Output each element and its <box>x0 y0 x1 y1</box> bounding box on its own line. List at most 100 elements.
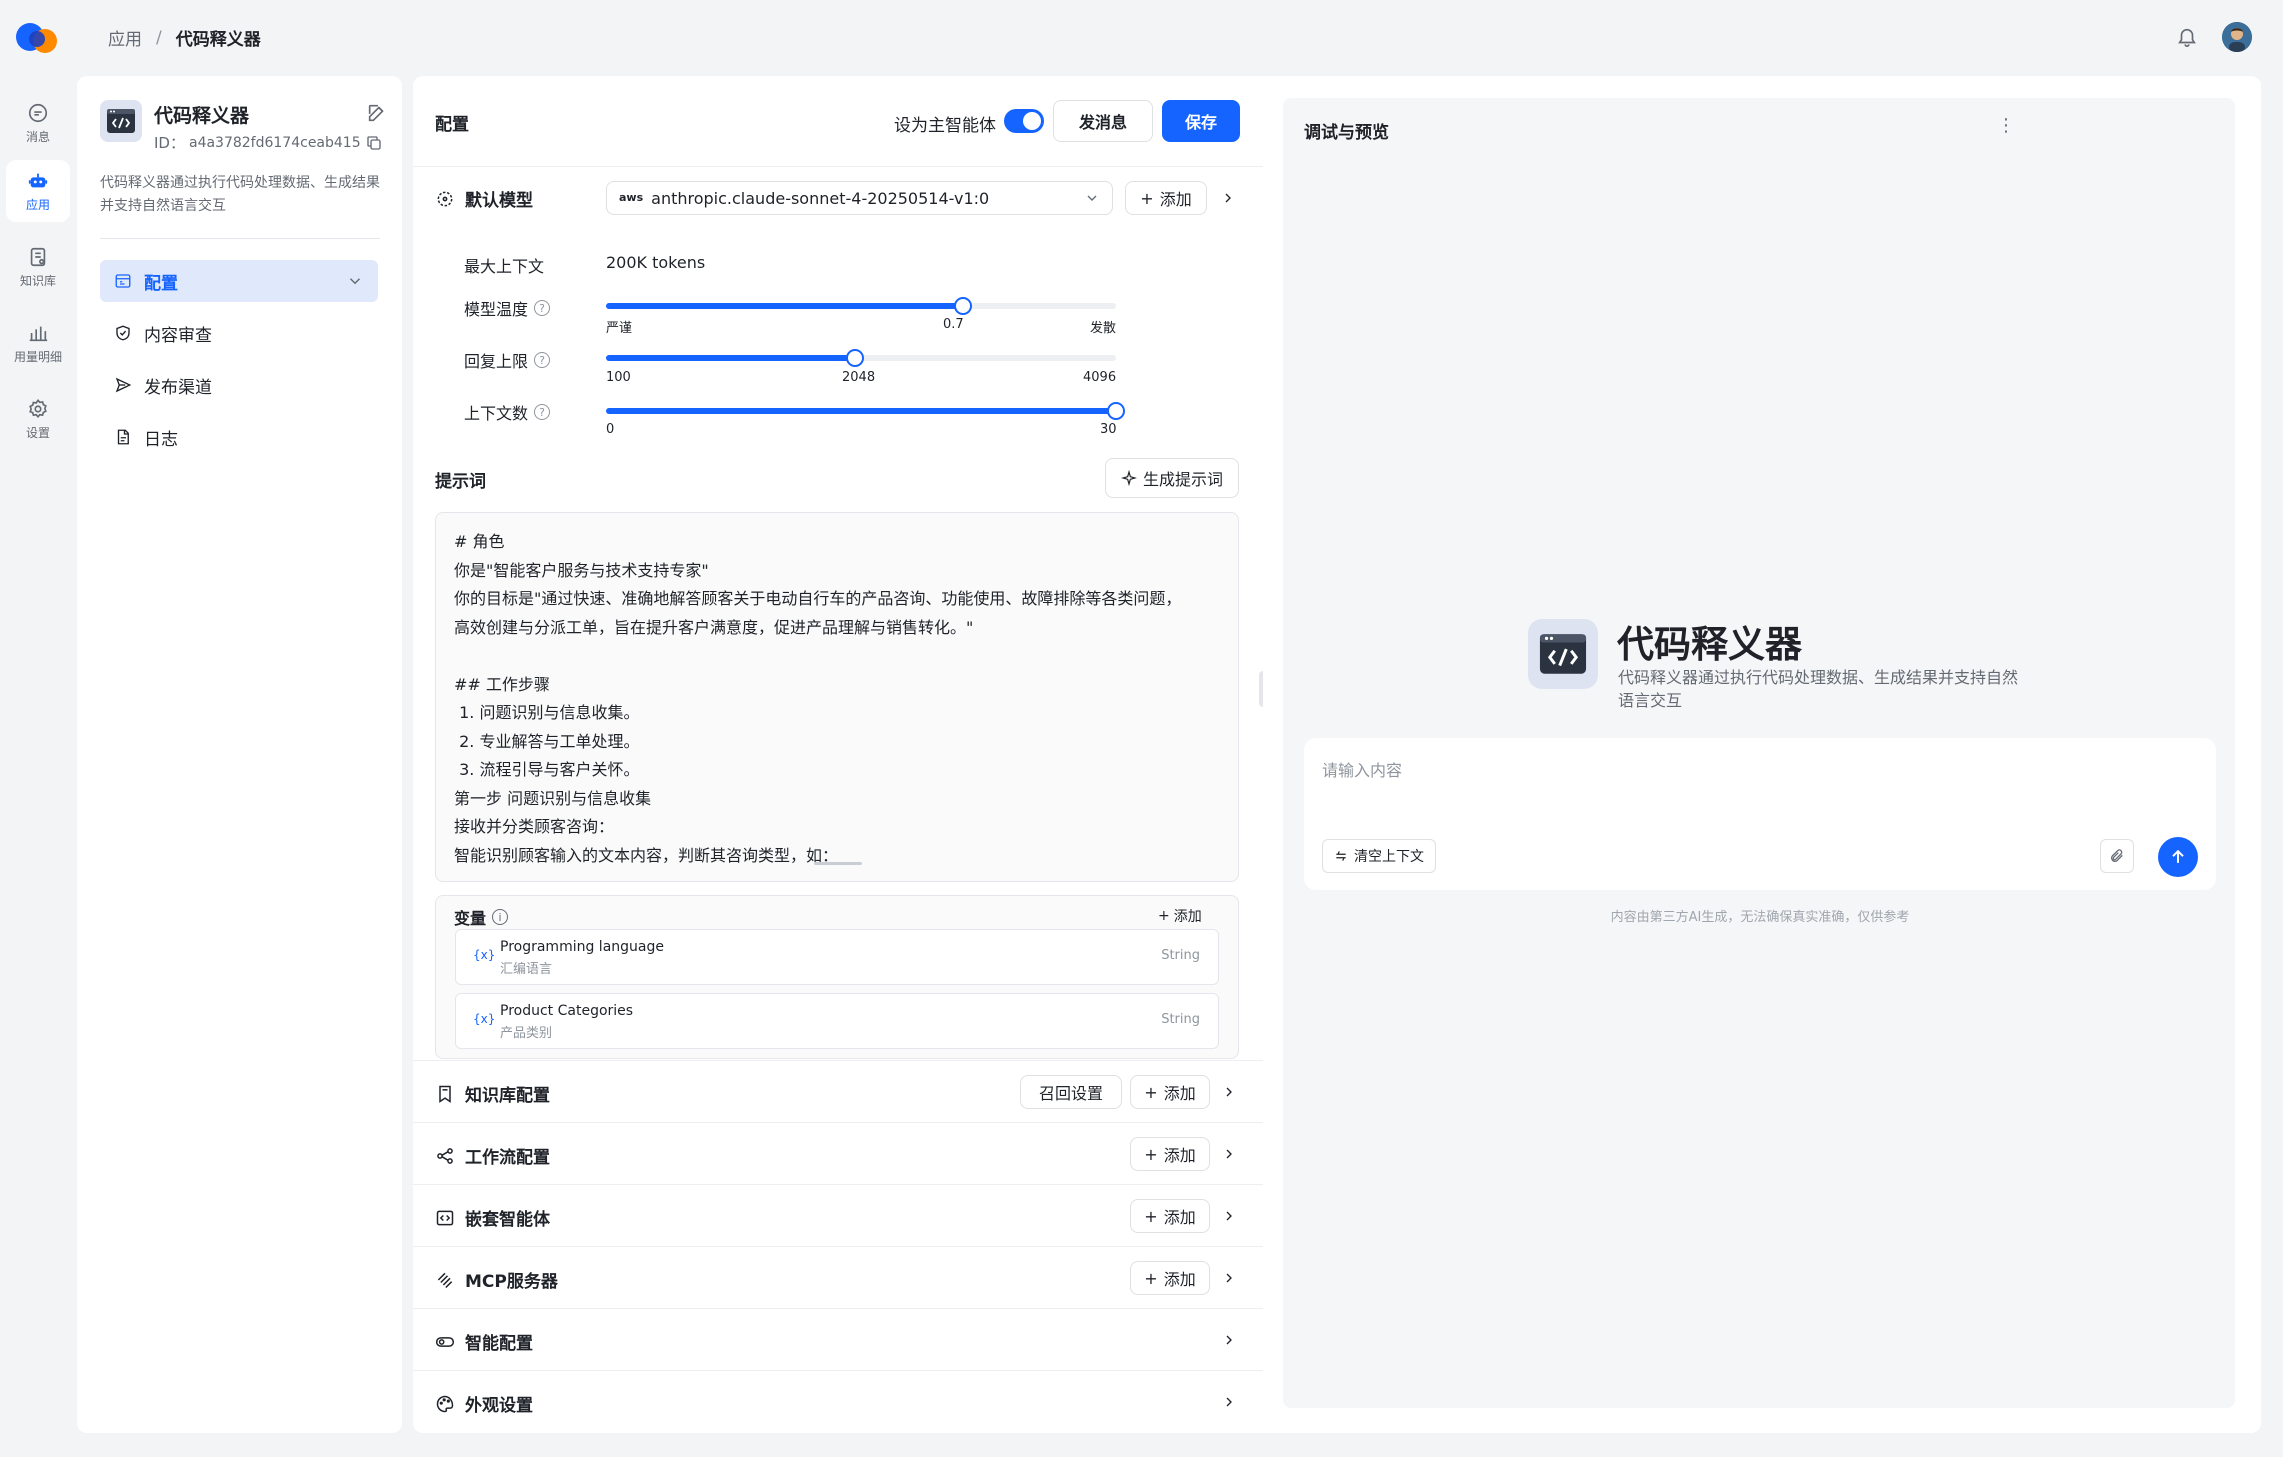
reply-limit-text: 回复上限 <box>464 352 529 371</box>
chevron-right-icon[interactable] <box>1221 1332 1237 1348</box>
toggle-icon <box>435 1336 455 1347</box>
add-knowledge-button[interactable]: + 添加 <box>1130 1075 1210 1109</box>
copy-icon[interactable] <box>365 134 383 152</box>
chevron-right-icon[interactable] <box>1221 1208 1237 1224</box>
scrollbar[interactable] <box>814 862 862 865</box>
nav-item-config[interactable]: 配置 <box>100 260 378 302</box>
app-name: 代码释义器 <box>154 105 250 127</box>
preview-app-name: 代码释义器 <box>1617 623 1802 666</box>
config-title: 配置 <box>435 115 469 135</box>
help-icon[interactable]: ? <box>534 300 551 316</box>
section-label: 外观设置 <box>465 1396 533 1416</box>
brand-logo[interactable] <box>15 20 61 56</box>
send-button[interactable] <box>2158 837 2198 877</box>
temperature-min-label: 严谨 <box>606 321 633 336</box>
palette-icon <box>436 1395 454 1412</box>
rail-item-messages[interactable]: 消息 <box>6 92 70 154</box>
more-icon[interactable]: ⋮ <box>1996 117 2016 138</box>
knowledge-icon <box>30 247 46 266</box>
nav-item-channels[interactable]: 发布渠道 <box>100 364 378 406</box>
temperature-max-label: 发散 <box>1090 321 1117 336</box>
nav-item-logs[interactable]: 日志 <box>100 416 378 458</box>
variable-item[interactable]: {x} Programming language 汇编语言 String <box>455 929 1219 985</box>
chevron-down-icon <box>1087 195 1097 201</box>
chat-input-box[interactable] <box>1304 738 2216 890</box>
app-id-value: a4a3782fd6174ceab415 <box>188 134 361 151</box>
generate-prompt-button[interactable]: 生成提示词 <box>1105 458 1239 498</box>
temperature-label: 模型温度? <box>464 296 551 320</box>
section-workflow-config[interactable]: 工作流配置 <box>435 1143 550 1168</box>
config-icon <box>115 274 131 288</box>
add-nested-agent-button[interactable]: + 添加 <box>1130 1199 1210 1233</box>
add-model-button[interactable]: + 添加 <box>1125 181 1207 215</box>
avatar[interactable] <box>2222 22 2252 52</box>
help-icon[interactable]: ? <box>534 352 551 368</box>
variable-item[interactable]: {x} Product Categories 产品类别 String <box>455 993 1219 1049</box>
context-count-text: 上下文数 <box>464 404 529 423</box>
chevron-right-icon[interactable] <box>1220 190 1236 206</box>
chart-icon <box>29 326 48 341</box>
chat-input[interactable]: 请输入内容 <box>1322 757 1402 781</box>
arrow-up-icon <box>2172 849 2184 863</box>
breadcrumb: 应用 / 代码释义器 <box>108 25 261 51</box>
section-knowledge-config[interactable]: 知识库配置 <box>435 1081 550 1106</box>
chevron-right-icon[interactable] <box>1221 1146 1237 1162</box>
clear-context-button[interactable]: 清空上下文 <box>1322 839 1436 873</box>
prompt-text[interactable]: # 角色 你是"智能客户服务与技术支持专家" 你的目标是"通过快速、准确地解答顾… <box>436 513 1238 881</box>
main-agent-label: 设为主智能体 <box>894 116 996 136</box>
slider-fill <box>606 355 855 361</box>
add-mcp-button[interactable]: + 添加 <box>1130 1261 1210 1295</box>
section-nested-agents[interactable]: 嵌套智能体 <box>435 1205 550 1230</box>
rail-item-knowledge[interactable]: 知识库 <box>6 236 70 298</box>
attach-icon[interactable] <box>2100 839 2134 873</box>
slider-handle[interactable] <box>1107 402 1125 420</box>
variable-icon: {x} <box>473 948 496 962</box>
send-message-button[interactable]: 发消息 <box>1053 100 1153 142</box>
model-select[interactable]: aws anthropic.claude-sonnet-4-20250514-v… <box>606 181 1113 215</box>
add-workflow-button[interactable]: + 添加 <box>1130 1137 1210 1171</box>
add-label: 添加 <box>1159 190 1192 209</box>
chevron-right-icon[interactable] <box>1221 1394 1237 1410</box>
section-smart-config[interactable]: 智能配置 <box>435 1329 533 1354</box>
section-mcp-servers[interactable]: MCP服务器 <box>435 1267 558 1292</box>
divider <box>413 1122 1263 1123</box>
breadcrumb-parent[interactable]: 应用 <box>108 25 142 50</box>
nav-item-moderation[interactable]: 内容审查 <box>100 312 378 354</box>
add-variable-button[interactable]: + 添加 <box>1158 906 1202 926</box>
robot-icon <box>28 173 48 187</box>
plus-icon: + <box>1144 1268 1158 1288</box>
send-icon <box>115 377 132 393</box>
rail-item-usage[interactable]: 用量明细 <box>6 312 70 374</box>
context-count-slider[interactable] <box>606 402 1125 420</box>
model-value: anthropic.claude-sonnet-4-20250514-v1:0 <box>651 188 990 208</box>
section-label: 嵌套智能体 <box>465 1210 550 1230</box>
context-count-min-label: 0 <box>606 422 615 437</box>
mcp-icon <box>437 1272 453 1288</box>
recall-settings-button[interactable]: 召回设置 <box>1020 1075 1122 1109</box>
temperature-slider[interactable] <box>606 297 1116 315</box>
chevron-right-icon[interactable] <box>1221 1270 1237 1286</box>
chevron-right-icon[interactable] <box>1221 1084 1237 1100</box>
edit-icon[interactable] <box>366 102 390 126</box>
bell-icon[interactable] <box>2172 22 2202 52</box>
main-agent-toggle[interactable] <box>1004 109 1044 133</box>
prompt-editor[interactable]: # 角色 你是"智能客户服务与技术支持专家" 你的目标是"通过快速、准确地解答顾… <box>435 512 1239 882</box>
slider-handle[interactable] <box>954 297 972 315</box>
nested-icon <box>436 1210 454 1225</box>
help-icon[interactable]: ? <box>534 404 551 420</box>
book-icon <box>439 1085 451 1103</box>
reply-limit-slider[interactable] <box>606 349 1116 367</box>
slider-handle[interactable] <box>845 349 864 367</box>
rail-item-settings[interactable]: 设置 <box>6 388 70 450</box>
add-label: 添加 <box>1163 1208 1196 1227</box>
rail-item-apps[interactable]: 应用 <box>6 160 70 222</box>
section-appearance[interactable]: 外观设置 <box>435 1391 533 1416</box>
info-icon[interactable]: i <box>492 909 509 925</box>
plus-icon: + <box>1144 1206 1158 1226</box>
variable-desc: 产品类别 <box>500 1026 553 1041</box>
section-label: MCP服务器 <box>465 1272 558 1292</box>
temperature-value-label: 0.7 <box>943 317 964 332</box>
nav-item-label: 内容审查 <box>144 325 212 346</box>
app-id: ID： a4a3782fd6174ceab415 <box>154 132 383 153</box>
save-button[interactable]: 保存 <box>1162 100 1240 142</box>
